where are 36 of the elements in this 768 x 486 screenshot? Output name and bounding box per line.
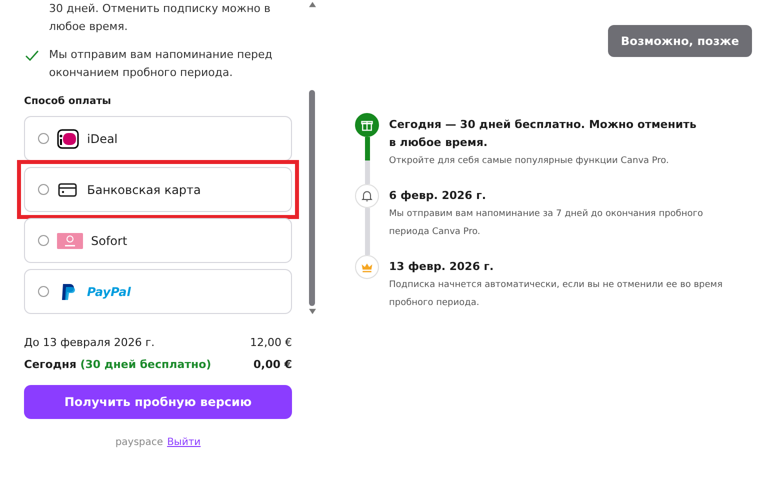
payment-label: PayPal (87, 284, 131, 298)
step-description: Мы отправим вам напоминание за 7 дней до окончания пробного периода Canva Pro. (389, 208, 704, 239)
step-description: Подписка начнется автоматически, если вы не отменили ее во время пробного периода. (389, 279, 724, 310)
benefit-text: 30 дней. Отменить подписку можно в любое время. (49, 1, 272, 35)
step-title: 6 февр. 2026 г. (389, 188, 488, 204)
payment-option[interactable]: PayPal (24, 269, 292, 314)
radio-button[interactable] (38, 184, 49, 195)
scroll-down-icon[interactable] (308, 308, 316, 315)
step-title: 13 февр. 2026 г. (389, 259, 495, 275)
scroll-up-icon[interactable] (308, 1, 316, 8)
ideal-logo-icon (57, 128, 79, 148)
benefit-text: Мы отправим вам напоминание перед окончанием пробного периода. (49, 47, 274, 81)
summary-amount: 12,00 € (250, 336, 292, 349)
payment-option[interactable]: Sofort (24, 218, 292, 263)
summary-amount: 0,00 € (253, 358, 292, 371)
payment-option[interactable]: iDeal (24, 116, 292, 161)
logout-link[interactable]: Выйти (167, 437, 201, 448)
account-name: payspace (115, 437, 164, 448)
payment-label: Банковская карта (87, 182, 201, 196)
bell-icon (360, 189, 374, 203)
gift-icon (360, 118, 374, 132)
section-heading: Способ оплаты (24, 96, 112, 107)
trial-button[interactable]: Получить пробную версию (24, 385, 292, 419)
payment-label: Sofort (91, 234, 128, 248)
step-description: Откройте для себя самые популярные функции Canva Pro. (389, 155, 670, 168)
summary-label: Сегодня (30 дней бесплатно) (24, 358, 212, 371)
sofort-logo-icon (57, 232, 83, 250)
summary-label: До 13 февраля 2026 г. (24, 336, 155, 349)
radio-button[interactable] (38, 286, 49, 297)
step-title: Сегодня — 30 дней бесплатно. Можно отменить в любое время. (389, 117, 698, 151)
payment-label: iDeal (87, 132, 118, 146)
maybe-later-button[interactable]: Возможно, позже (608, 25, 752, 57)
radio-button[interactable] (38, 133, 49, 144)
radio-button[interactable] (38, 235, 49, 246)
scrollbar-thumb[interactable] (309, 90, 315, 306)
payment-option[interactable]: Банковская карта (24, 167, 292, 212)
